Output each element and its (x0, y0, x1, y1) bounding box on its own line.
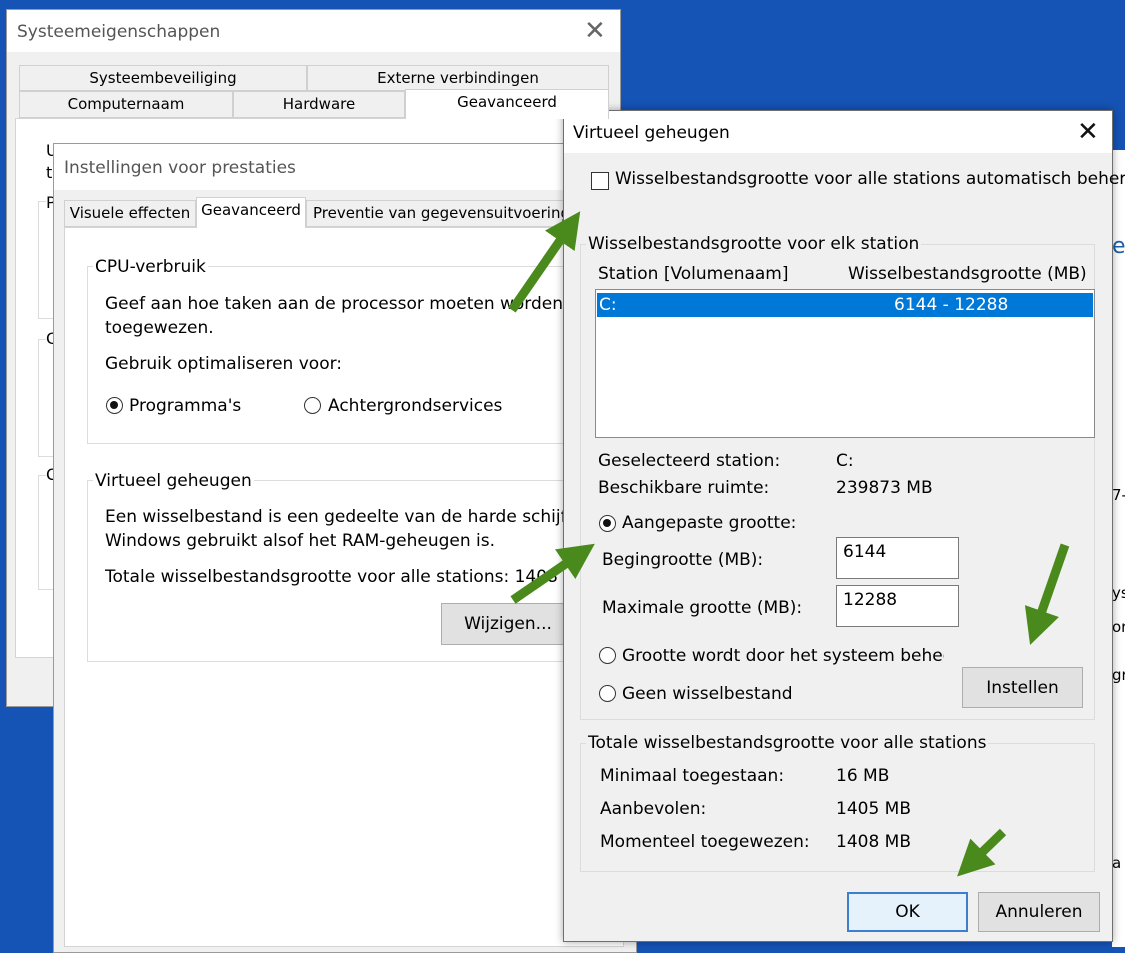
arrow-to-ok-button (957, 828, 1007, 877)
arrow-to-set-button (1024, 543, 1070, 645)
tab-geavanceerd[interactable]: Geavanceerd (196, 197, 306, 228)
arrow-to-custom-size (510, 543, 595, 604)
arrow-to-checkbox (508, 211, 581, 313)
annotation-arrows (508, 211, 1070, 877)
tab-geavanceerd[interactable]: Geavanceerd (405, 89, 609, 119)
